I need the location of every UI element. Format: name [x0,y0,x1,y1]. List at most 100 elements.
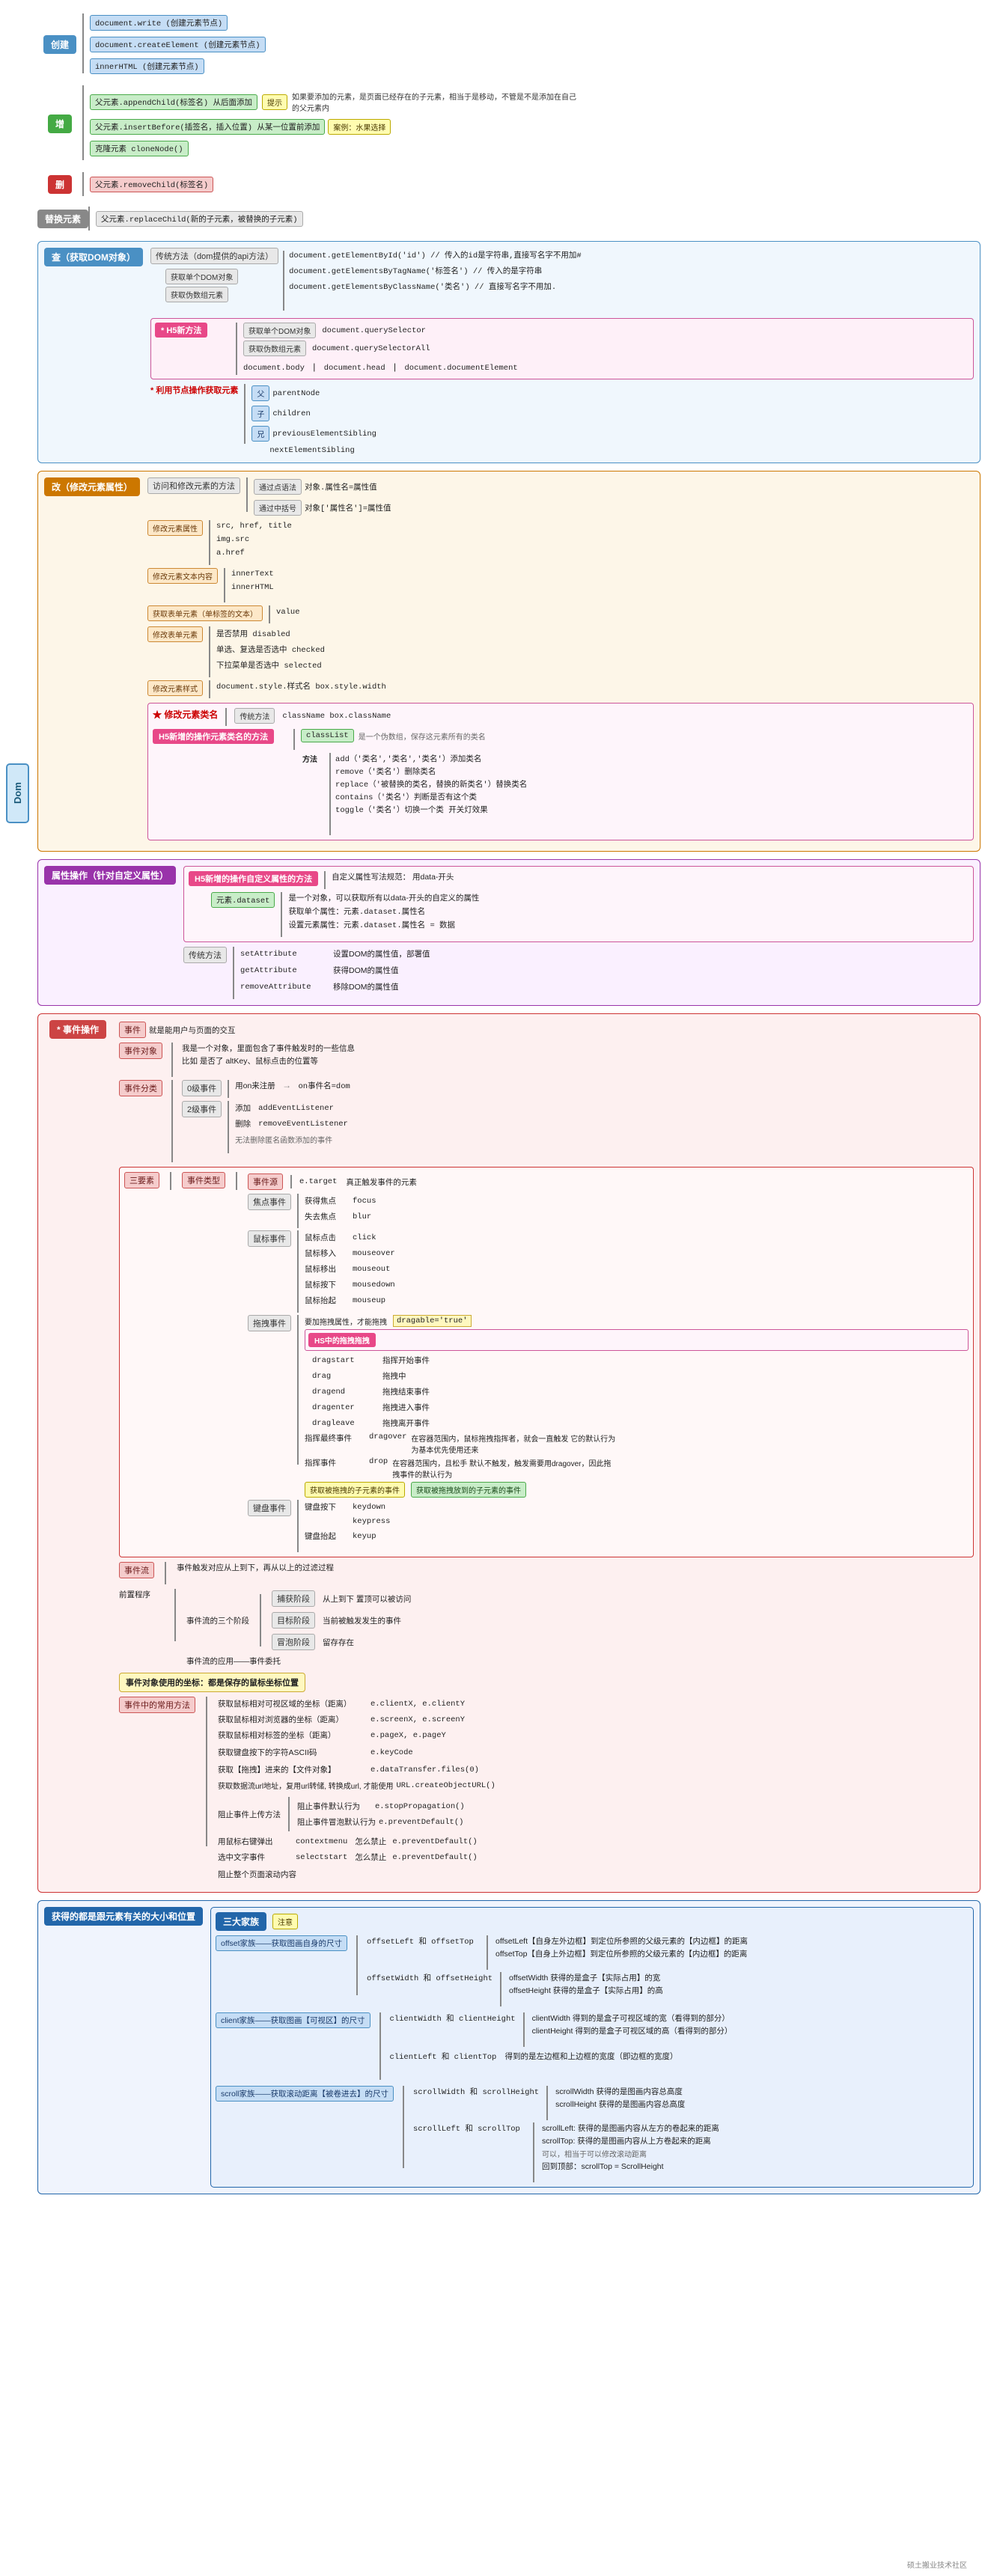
get-single-label: 获取单个DOM对象 [165,269,238,284]
dom2-row: 2级事件 添加 addEventListener [182,1101,350,1153]
drag-events-label: 拖拽事件 [248,1315,291,1331]
removeAttribute-code: removeAttribute [240,983,330,992]
modify-form-section: 修改表单元素 是否禁用 disabled 单选、复选是否选中 checked [147,626,974,677]
replace-label: 替换元素 [37,210,88,228]
node-children: children [272,409,310,418]
mouseout-label: 鼠标移出 [305,1263,350,1275]
event-common-section: 事件中的常用方法 获取鼠标相对可视区域的坐标（距离） e.clientX, e.… [119,1697,974,1881]
h5-classname-star-label: ★ 修改元素类名 [153,708,218,721]
three-family-label: 三大家族 [216,1912,266,1931]
drag-attr: dragable='true' [393,1315,472,1327]
mouse-events-row: 鼠标事件 鼠标点击click 鼠标移入mouseover 鼠标移出mouseou… [248,1230,969,1313]
scrollHeight-desc: scrollHeight 获得的是图画内容总高度 [555,2099,685,2110]
offsetWidth-desc: offsetWidth 获得的是盒子【实际占用】的宽 [509,1972,663,1983]
event-source-row: 事件源 e.target 真正触发事件的元素 [248,1173,969,1190]
node-methods-label: * 利用节点操作获取元素 [150,386,238,395]
keyboard-events-row: 键盘事件 键盘按下keydown keypress 键盘抬起keyup [248,1500,969,1552]
attr-src-href: src, href, title [216,522,292,531]
query-label: 查（获取DOM对象） [44,248,143,266]
query-method-3: document.getElementsByClassName('类名') //… [289,281,556,292]
offsetLeft-code: offsetLeft 和 offsetTop [367,1935,479,1947]
dragenter-code: dragenter [312,1403,379,1412]
key-info-code: e.keyCode [370,1748,413,1757]
form-checked: 单选、复选是否选中 checked [216,644,325,655]
scrollLeft-desc: scrollLeft: 获得的是图画内容从左方的卷起来的距离 [542,2122,719,2134]
form-disabled: 是否禁用 disabled [216,628,290,639]
offset-family: offset家族——获取图画自身的尺寸 offsetLeft 和 offsetT… [216,1935,969,2006]
event-section: * 事件操作 事件 就是能用户与页面的交互 事 [37,1013,981,1893]
notation-section: 访问和修改元素的方法 通过点语法 对象.属性名=属性值 通过中括号 对象['属性… [147,477,974,517]
add-label: 增 [48,115,72,133]
mousedown-label: 鼠标按下 [305,1279,350,1290]
event-classification: 事件分类 0级事件 用on来注册 → [119,1080,355,1162]
keyup-label: 键盘抬起 [305,1530,350,1542]
create-label: 创建 [43,35,76,54]
clientLeft-desc: 得到的是左边框和上边框的宽度（即边框的宽度） [505,2051,678,2062]
diagram-wrapper: 创建 document.write (创建元素节点) document.crea… [37,10,981,2194]
dragstart-code: dragstart [312,1356,379,1365]
bubble-label: 冒泡阶段 [272,1634,315,1650]
keydown-label: 键盘按下 [305,1501,350,1513]
attr-section: 属性操作（针对自定义属性） H5新增的操作自定义属性的方法 自定义属性写法规范：… [37,859,981,1006]
offsetWidth-code: offsetWidth 和 offsetHeight [367,1972,492,1983]
node-previousSibling: previousElementSibling [272,430,376,439]
delete-item-1: 父元素.removeChild(标签名) [90,177,213,192]
flow-stages-label: 事件流的三个阶段 [186,1615,249,1626]
footer: 硕土搬业技术社区 [907,2559,967,2570]
three-family-header: 三大家族 注意 [216,1912,969,1931]
h5-get-single: 获取单个DOM对象 [243,323,316,338]
url-method-code: URL.createObjectURL() [396,1781,495,1790]
file-event-code: e.dataTransfer.files(0) [370,1765,479,1774]
bracket-notation-code: 对象['属性名']=属性值 [305,502,391,513]
classList-desc: 是一个伪数组，保存这元素所有的类名 [359,730,486,742]
drag-h5-label: HS中的拖拽拖拽 [308,1333,376,1347]
focus-lose-label: 失去焦点 [305,1211,350,1222]
event-class-label: 事件分类 [119,1080,162,1096]
click-code: click [353,1233,376,1242]
bracket-notation-label: 通过中括号 [254,500,302,516]
keydown-code: keydown [353,1503,385,1512]
contextmenu-label: 用鼠标右键弹出 [218,1836,293,1847]
dragend-desc: 拖拽结束事件 [382,1386,430,1397]
node-child-label: 子 [251,406,269,421]
create-item-1: document.write (创建元素节点) [90,15,228,31]
delete-items: 父元素.removeChild(标签名) [90,169,213,199]
add-section: 增 父元素.appendChild(标签名) 从后面添加 提示 如果要添加的元素… [37,82,981,165]
classList-code: classList [301,729,354,742]
dragleave-desc: 拖拽离开事件 [382,1417,430,1429]
file-event-label: 获取【拖拽】进来的【文件对象】 [218,1764,368,1775]
setAttribute-desc: 设置DOM的属性值，部署值 [333,948,430,959]
form-value-code: value [276,608,300,617]
flow-three-stages: 事件流的三个阶段 捕获阶段 从上到下 置顶可以被访问 目标阶段 [186,1589,411,1652]
setAttribute-code: setAttribute [240,950,330,959]
focus-get-label: 获得焦点 [305,1195,350,1206]
event-source-label: 事件源 [248,1173,283,1190]
event-obj-label: 事件对象 [119,1043,162,1059]
scrollLeft-row: scrollLeft 和 scrollTop scrollLeft: 获得的是图… [413,2122,969,2182]
coord-client-code: e.clientX, e.clientY [370,1700,465,1709]
size-inner: 获得的都是跟元素有关的大小和位置 三大家族 注意 offset家族——获取图画自… [44,1907,974,2188]
node-methods-section: * 利用节点操作获取元素 父 parentNode 子 children [150,384,974,457]
scroll-note: 可以，相当于可以修改滚动距离 [542,2148,719,2159]
prevent-scroll-row: 阻止整个页面滚动内容 [218,1869,974,1880]
form-selected: 下拉菜单是否选中 selected [216,659,322,671]
event-flow-desc-section: 前置程序 事件流的三个阶段 捕获阶段 从上到下 置顶可以被访问 [119,1589,974,1668]
event-label: * 事件操作 [49,1020,106,1039]
event-def-label: 事件 [119,1022,146,1038]
offsetHeight-desc: offsetHeight 获得的是盒子【实际占用】的高 [509,1985,663,1996]
blur-code: blur [353,1212,371,1221]
coord-page-label: 获取鼠标相对标签的坐标（距离） [218,1730,368,1741]
drag-code: drag [312,1372,379,1381]
query-method-1: document.getElementById('id') // 传入的id是字… [289,249,582,260]
event-obj-desc1: 我是一个对象，里面包含了事件触发时的一些信息 [182,1043,355,1054]
mouseover-code: mouseover [353,1249,395,1258]
drag-h5-label-box: HS中的拖拽拖拽 [305,1329,969,1351]
scrollTo-desc: 回到顶部：scrollTop = ScrollHeight [542,2161,719,2172]
dragover-row: 指挥最终事件 dragover 在容器范围内，鼠标拖拽指挥者，就会一直触发 它的… [305,1432,969,1455]
dataset-code: 元素.dataset [211,892,275,908]
h5-classname-section: ★ 修改元素类名 传统方法 className box.className H5… [147,703,974,840]
drag-events-list: dragstart指挥开始事件 drag拖拽中 dragend拖拽结束事件 dr… [312,1353,969,1430]
drag-notes: 获取被拖拽的子元素的事件 获取被拖拽放到的子元素的事件 [305,1482,969,1498]
h5-data-attr-section: H5新增的操作自定义属性的方法 自定义属性写法规范： 用data-开头 元素.d… [183,866,974,942]
prevent-default-code: e.preventDefault() [379,1818,463,1827]
